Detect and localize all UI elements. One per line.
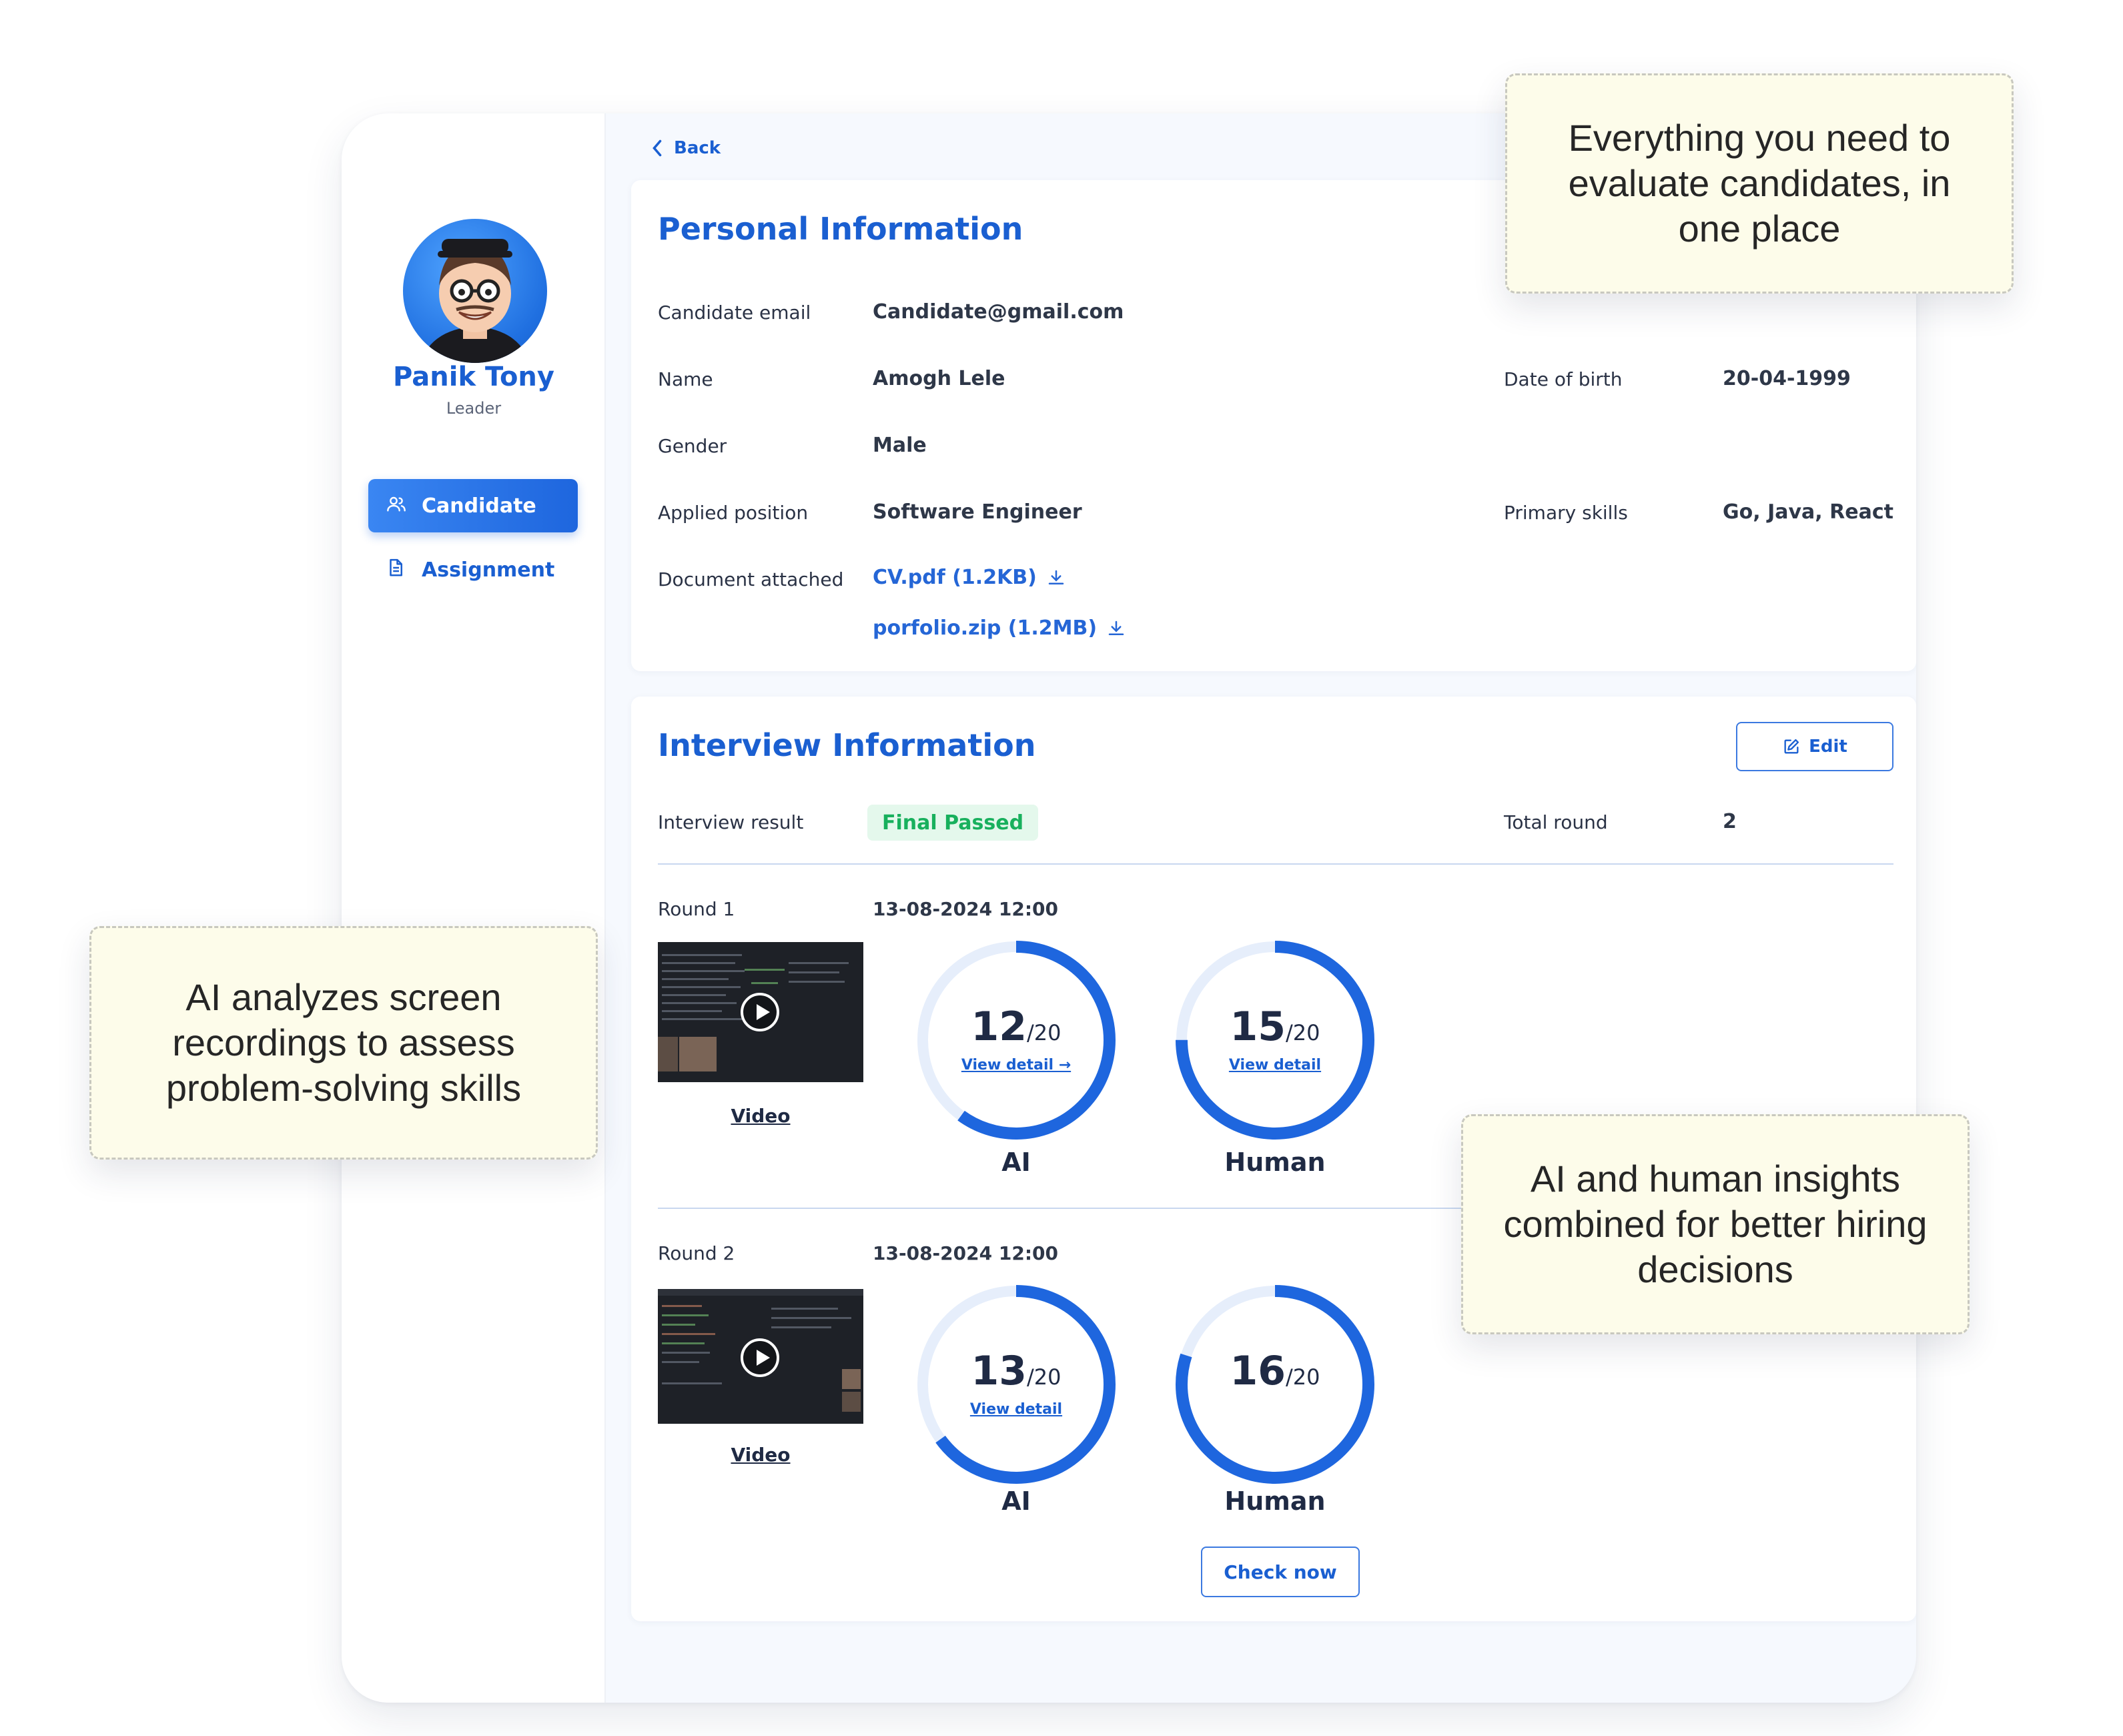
score-value: 13/20 <box>913 1348 1120 1394</box>
callout-left: AI analyzes screen recordings to assess … <box>89 926 598 1160</box>
app-window: Panik Tony Leader Candidate Assignment B… <box>342 113 1916 1703</box>
user-role: Leader <box>446 399 502 418</box>
round-datetime: 13-08-2024 12:00 <box>873 898 1058 920</box>
total-round-value: 2 <box>1723 810 1737 833</box>
video-link[interactable]: Video <box>658 1444 863 1466</box>
edit-icon <box>1784 739 1799 754</box>
interview-info-title: Interview Information <box>658 727 1036 763</box>
dob-label: Date of birth <box>1504 368 1623 390</box>
sidebar-item-label: Candidate <box>422 494 536 518</box>
human-score-ring: 16/20 <box>1172 1281 1378 1488</box>
email-value: Candidate@gmail.com <box>873 300 1124 324</box>
view-detail-link[interactable]: View detail → <box>913 1057 1120 1073</box>
document-icon <box>386 558 410 582</box>
score-number: 12 <box>971 1003 1027 1050</box>
check-now-button[interactable]: Check now <box>1201 1547 1360 1597</box>
round-label: Round 1 <box>658 898 735 920</box>
sidebar-item-label: Assignment <box>422 558 555 582</box>
cv-download-link[interactable]: CV.pdf (1.2KB) <box>873 566 1066 589</box>
result-label: Interview result <box>658 811 804 833</box>
position-value: Software Engineer <box>873 500 1082 524</box>
ring-label: Human <box>1224 1486 1326 1516</box>
ring-label: Human <box>1224 1148 1326 1177</box>
callout-top-right: Everything you need to evaluate candidat… <box>1505 73 2014 294</box>
skills-value: Go, Java, React <box>1723 500 1893 524</box>
edit-button[interactable]: Edit <box>1736 722 1893 771</box>
edit-label: Edit <box>1809 737 1847 757</box>
score-max: /20 <box>1027 1364 1062 1390</box>
personal-info-title: Personal Information <box>658 211 1023 247</box>
gender-value: Male <box>873 434 927 457</box>
total-round-label: Total round <box>1504 811 1608 833</box>
back-label: Back <box>674 138 721 158</box>
chevron-left-icon <box>653 139 662 157</box>
position-label: Applied position <box>658 502 809 524</box>
document-name: CV.pdf (1.2KB) <box>873 566 1037 589</box>
skills-label: Primary skills <box>1504 502 1628 524</box>
sidebar: Panik Tony Leader Candidate Assignment <box>342 113 606 1703</box>
back-link[interactable]: Back <box>650 127 721 169</box>
name-label: Name <box>658 368 713 390</box>
view-detail-link[interactable]: View detail <box>913 1401 1120 1418</box>
ring-label: AI <box>1001 1486 1031 1516</box>
round-label: Round 2 <box>658 1242 735 1264</box>
play-icon[interactable] <box>741 1338 779 1377</box>
round-datetime: 13-08-2024 12:00 <box>873 1242 1058 1264</box>
ai-score-ring: 12/20 View detail → <box>913 937 1120 1144</box>
users-icon <box>386 494 410 518</box>
sidebar-item-assignment[interactable]: Assignment <box>368 544 578 595</box>
divider <box>658 863 1893 865</box>
view-detail-link[interactable]: View detail <box>1172 1057 1378 1073</box>
ring-label: AI <box>1001 1148 1031 1177</box>
score-max: /20 <box>1027 1020 1062 1045</box>
download-icon <box>1048 570 1064 584</box>
portfolio-download-link[interactable]: porfolio.zip (1.2MB) <box>873 616 1126 640</box>
score-value: 12/20 <box>913 1003 1120 1050</box>
sidebar-item-candidate[interactable]: Candidate <box>368 479 578 532</box>
gender-label: Gender <box>658 435 727 457</box>
human-score-ring: 15/20 View detail <box>1172 937 1378 1144</box>
video-thumbnail[interactable] <box>658 1289 863 1424</box>
score-number: 15 <box>1230 1003 1286 1050</box>
document-name: porfolio.zip (1.2MB) <box>873 616 1098 640</box>
download-icon <box>1108 620 1124 635</box>
video-link[interactable]: Video <box>658 1105 863 1127</box>
score-value: 15/20 <box>1172 1003 1378 1050</box>
score-number: 13 <box>971 1348 1027 1394</box>
ai-score-ring: 13/20 View detail <box>913 1281 1120 1488</box>
status-badge: Final Passed <box>867 805 1039 841</box>
score-number: 16 <box>1230 1348 1286 1394</box>
score-max: /20 <box>1286 1020 1320 1045</box>
video-thumbnail[interactable] <box>658 942 863 1082</box>
email-label: Candidate email <box>658 302 811 324</box>
dob-value: 20-04-1999 <box>1723 367 1851 390</box>
play-icon[interactable] <box>741 993 779 1031</box>
score-max: /20 <box>1286 1364 1320 1390</box>
user-name: Panik Tony <box>393 362 554 392</box>
name-value: Amogh Lele <box>873 367 1005 390</box>
documents-label: Document attached <box>658 568 844 590</box>
avatar[interactable] <box>403 219 547 363</box>
callout-right: AI and human insights combined for bette… <box>1461 1114 1970 1334</box>
score-value: 16/20 <box>1172 1348 1378 1394</box>
